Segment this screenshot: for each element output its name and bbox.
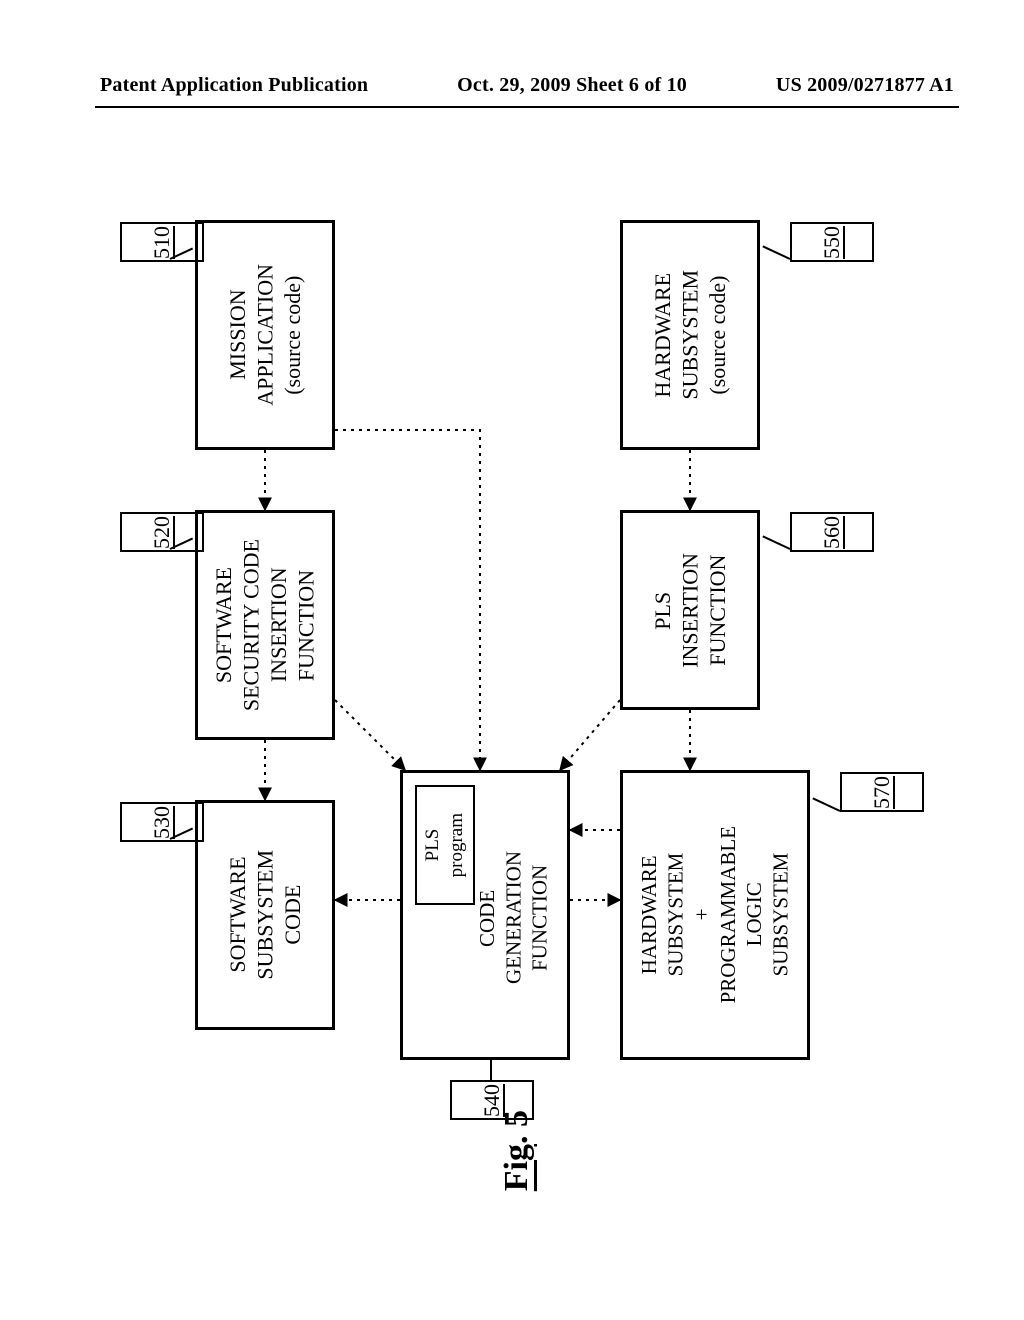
ref-570: 570 (840, 772, 924, 812)
header-right: US 2009/0271877 A1 (776, 74, 954, 97)
box-hardware-pls-subsystem-label: HARDWARE SUBSYSTEM + PROGRAMMABLE LOGIC … (636, 826, 794, 1003)
box-software-insertion: SOFTWARE SECURITY CODE INSERTION FUNCTIO… (195, 510, 335, 740)
box-hardware-subsystem-source-label: HARDWARE SUBSYSTEM (source code) (649, 270, 732, 400)
box-pls-program-label: PLS program (421, 813, 469, 877)
figure-label-prefix: Fig (498, 1144, 535, 1191)
leader-570 (812, 797, 840, 811)
box-code-generation: PLS program CODE GENERATION FUNCTION (400, 770, 570, 1060)
header-rule (95, 106, 959, 108)
box-software-subsystem-code-label: SOFTWARE SUBSYSTEM CODE (224, 850, 307, 980)
ref-510-label: 510 (149, 226, 175, 259)
header-left: Patent Application Publication (100, 74, 368, 97)
ref-550: 550 (790, 222, 874, 262)
figure-label-num: . 5 (498, 1110, 535, 1144)
ref-560-label: 560 (819, 516, 845, 549)
arrow-510-540 (335, 430, 480, 770)
ref-560: 560 (790, 512, 874, 552)
box-mission-application-label: MISSION APPLICATION (source code) (224, 264, 307, 406)
box-pls-insertion: PLS INSERTION FUNCTION (620, 510, 760, 710)
box-pls-insertion-label: PLS INSERTION FUNCTION (649, 553, 732, 668)
leader-550 (762, 245, 790, 259)
ref-520: 520 (120, 512, 204, 552)
ref-530: 530 (120, 802, 204, 842)
leader-560 (762, 535, 790, 549)
box-hardware-subsystem-source: HARDWARE SUBSYSTEM (source code) (620, 220, 760, 450)
figure-label: Fig. 5 (498, 1110, 536, 1191)
arrow-560-540 (560, 700, 620, 770)
box-pls-program: PLS program (415, 785, 475, 905)
box-software-subsystem-code: SOFTWARE SUBSYSTEM CODE (195, 800, 335, 1030)
box-software-insertion-label: SOFTWARE SECURITY CODE INSERTION FUNCTIO… (210, 539, 320, 711)
box-code-generation-label: CODE GENERATION FUNCTION (474, 791, 553, 1045)
ref-530-label: 530 (149, 806, 175, 839)
box-mission-application: MISSION APPLICATION (source code) (195, 220, 335, 450)
leader-540 (490, 1060, 492, 1082)
page-header: Patent Application Publication Oct. 29, … (100, 74, 954, 97)
ref-520-label: 520 (149, 516, 175, 549)
ref-570-label: 570 (869, 776, 895, 809)
header-center: Oct. 29, 2009 Sheet 6 of 10 (457, 74, 687, 97)
box-hardware-pls-subsystem: HARDWARE SUBSYSTEM + PROGRAMMABLE LOGIC … (620, 770, 810, 1060)
ref-550-label: 550 (819, 226, 845, 259)
arrow-520-540 (335, 700, 405, 770)
page: Patent Application Publication Oct. 29, … (0, 0, 1024, 1320)
ref-510: 510 (120, 222, 204, 262)
